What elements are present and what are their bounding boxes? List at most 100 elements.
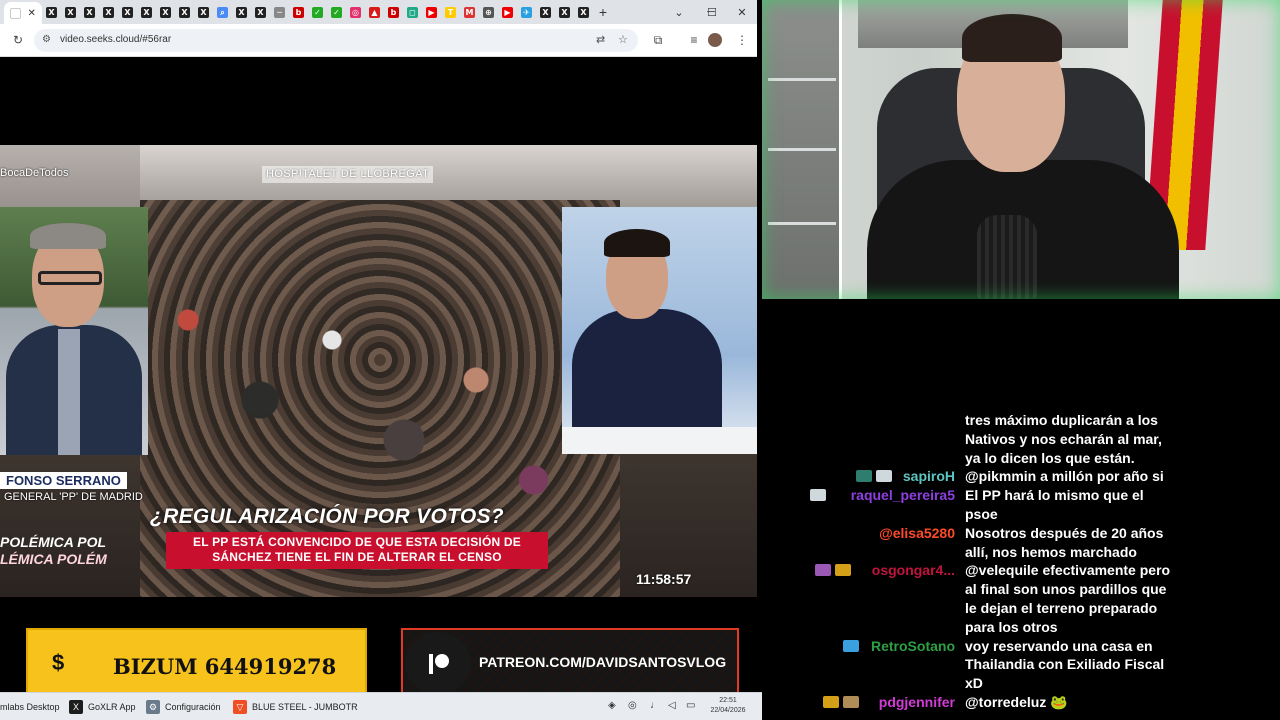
tab-19[interactable]: ◻ [403, 0, 422, 24]
chat-username[interactable]: raquel_pereira5 [851, 486, 955, 504]
bizum-text: BIZUM 644919278 [113, 654, 337, 679]
media-control-icon[interactable]: ≡ [685, 31, 703, 49]
new-tab-icon[interactable]: + [593, 4, 613, 20]
webcam-feed [762, 0, 1280, 299]
tab-favicon-icon: X [141, 6, 152, 18]
battery-tray-icon[interactable]: ▭ [686, 700, 695, 711]
chat-message-text: ya lo dicen los que están. [965, 449, 1135, 466]
tab-2[interactable]: X [80, 0, 99, 24]
menu-icon[interactable]: ⋮ [733, 31, 751, 49]
tab-25[interactable]: ✈ [517, 0, 536, 24]
chat-username[interactable]: osgongar4... [872, 561, 955, 579]
tab-24[interactable]: ▶ [498, 0, 517, 24]
ticker-line-2: LÉMICA POLÉM [0, 551, 107, 567]
tab-27[interactable]: X [555, 0, 574, 24]
chat-message-text: tres máximo duplicarán a los [965, 412, 1158, 428]
patreon-text: PATREON.COM/DAVIDSANTOSVLOG [479, 654, 727, 670]
tab-favicon-icon: X [46, 6, 57, 18]
tab-strip: ✕ X X X X X X X X X ⌕ X X ─ b ✓ ✓ ◎ ▲ b ◻ ▶ T M ⊕ ▶ ✈ X X X + [0, 0, 757, 24]
chat-message-text: @pikmmin a millón por año si [965, 468, 1164, 485]
close-window-icon[interactable]: ✕ [727, 0, 757, 24]
tab-favicon-icon: ◻ [407, 6, 418, 18]
subheadline-line-1: EL PP ESTÁ CONVENCIDO DE QUE ESTA DECISI… [193, 535, 521, 549]
tab-1[interactable]: X [61, 0, 80, 24]
taskbar-item-streamlabs[interactable]: mlabs Desktop [0, 698, 60, 716]
tab-8[interactable]: X [194, 0, 213, 24]
video-watermark: BocaDeTodos [0, 167, 69, 179]
tab-9[interactable]: ⌕ [213, 0, 232, 24]
shield-tray-icon[interactable]: ◈ [608, 700, 616, 711]
address-bar[interactable]: ⚙ video.seeks.cloud/#56rar ⇄ ☆ [34, 29, 638, 52]
tab-15[interactable]: ✓ [327, 0, 346, 24]
close-tab-icon[interactable]: ✕ [27, 8, 35, 19]
tab-22[interactable]: M [460, 0, 479, 24]
taskbar-item-settings[interactable]: ⚙ Configuración [146, 698, 221, 716]
browser-window: ✕ X X X X X X X X X ⌕ X X ─ b ✓ ✓ ◎ ▲ b ◻ ▶ T M ⊕ ▶ ✈ X X X + ⌄ ─ ☐ … [0, 0, 757, 697]
taskbar-item-goxlr[interactable]: X GoXLR App [69, 698, 136, 716]
guest-name: FONSO SERRANO [0, 472, 127, 489]
reload-icon[interactable]: ↻ [9, 31, 27, 49]
tab-10[interactable]: X [232, 0, 251, 24]
chat-username[interactable]: @elisa5280 [879, 524, 955, 542]
guest-role: GENERAL 'PP' DE MADRID [4, 491, 143, 503]
tab-21[interactable]: T [441, 0, 460, 24]
tab-favicon-icon: X [179, 6, 190, 18]
browser-toolbar: ↻ ⚙ video.seeks.cloud/#56rar ⇄ ☆ ⧉ ≡ ⋮ [0, 24, 757, 57]
bookmark-star-icon[interactable]: ☆ [618, 33, 628, 46]
site-info-icon[interactable]: ⚙ [42, 33, 56, 47]
tab-16[interactable]: ◎ [346, 0, 365, 24]
tab-0[interactable]: X [42, 0, 61, 24]
headline: ¿REGULARIZACIÓN POR VOTOS? [150, 505, 504, 528]
tab-17[interactable]: ▲ [365, 0, 384, 24]
tab-active[interactable]: ✕ [4, 2, 42, 24]
taskbar-label: GoXLR App [88, 702, 136, 712]
tab-favicon-icon: ⌕ [217, 6, 228, 18]
tab-12[interactable]: ─ [270, 0, 289, 24]
network-tray-icon[interactable]: ◎ [628, 700, 637, 711]
tab-7[interactable]: X [175, 0, 194, 24]
maximize-icon[interactable]: ☐ [697, 0, 727, 24]
presenter-hair [604, 229, 670, 257]
chat-badge-icon [842, 696, 859, 708]
tab-13[interactable]: b [289, 0, 308, 24]
tab-5[interactable]: X [137, 0, 156, 24]
goxlr-icon: X [69, 700, 83, 714]
extensions-icon[interactable]: ⧉ [649, 31, 667, 49]
taskbar-item-brave[interactable]: ▽ BLUE STEEL - JUMBOTR [233, 698, 358, 716]
tab-favicon-icon [10, 7, 22, 19]
chat-username[interactable]: RetroSotano [871, 637, 955, 655]
volume-tray-icon[interactable]: ◁ [668, 700, 676, 711]
chat-username[interactable]: sapiroH [903, 467, 955, 485]
subheadline-box: EL PP ESTÁ CONVENCIDO DE QUE ESTA DECISI… [166, 532, 548, 569]
tab-search-icon[interactable]: ⌄ [664, 0, 694, 24]
translate-icon[interactable]: ⇄ [596, 33, 605, 46]
tab-26[interactable]: X [536, 0, 555, 24]
chat-badge-icon [855, 470, 872, 483]
chat-badge-icon [822, 696, 839, 708]
taskbar-clock[interactable]: 22:51 22/04/2026 [704, 696, 752, 716]
tab-favicon-icon: ✈ [521, 6, 532, 18]
tab-favicon-icon: ▶ [502, 6, 513, 18]
chat-username[interactable]: pdgjennifer [879, 693, 955, 711]
location-label: HOSPITALET DE LLOBREGAT [262, 166, 434, 183]
chat-message-text: Thailandia con Exiliado Fiscal [965, 656, 1165, 673]
chat-badge-icon [814, 564, 831, 577]
tab-6[interactable]: X [156, 0, 175, 24]
tab-favicon-icon: X [65, 6, 76, 18]
mic-tray-icon[interactable]: ♩ [650, 700, 660, 711]
tab-23[interactable]: ⊕ [479, 0, 498, 24]
tab-18[interactable]: b [384, 0, 403, 24]
tab-14[interactable]: ✓ [308, 0, 327, 24]
tab-favicon-icon: b [388, 6, 399, 18]
url-text: video.seeks.cloud/#56rar [60, 34, 172, 45]
chat-message-text: Nosotros después de 20 años [965, 524, 1164, 541]
tab-4[interactable]: X [118, 0, 137, 24]
tab-20[interactable]: ▶ [422, 0, 441, 24]
tab-3[interactable]: X [99, 0, 118, 24]
chat-message-text: al final son unos pardillos que [965, 581, 1167, 598]
tab-28[interactable]: X [574, 0, 593, 24]
profile-avatar[interactable] [708, 33, 722, 47]
chat-message-text: para los otros [965, 618, 1058, 635]
news-video[interactable]: BocaDeTodos HOSPITALET DE LLOBREGAT FONS… [0, 145, 757, 597]
tab-11[interactable]: X [251, 0, 270, 24]
